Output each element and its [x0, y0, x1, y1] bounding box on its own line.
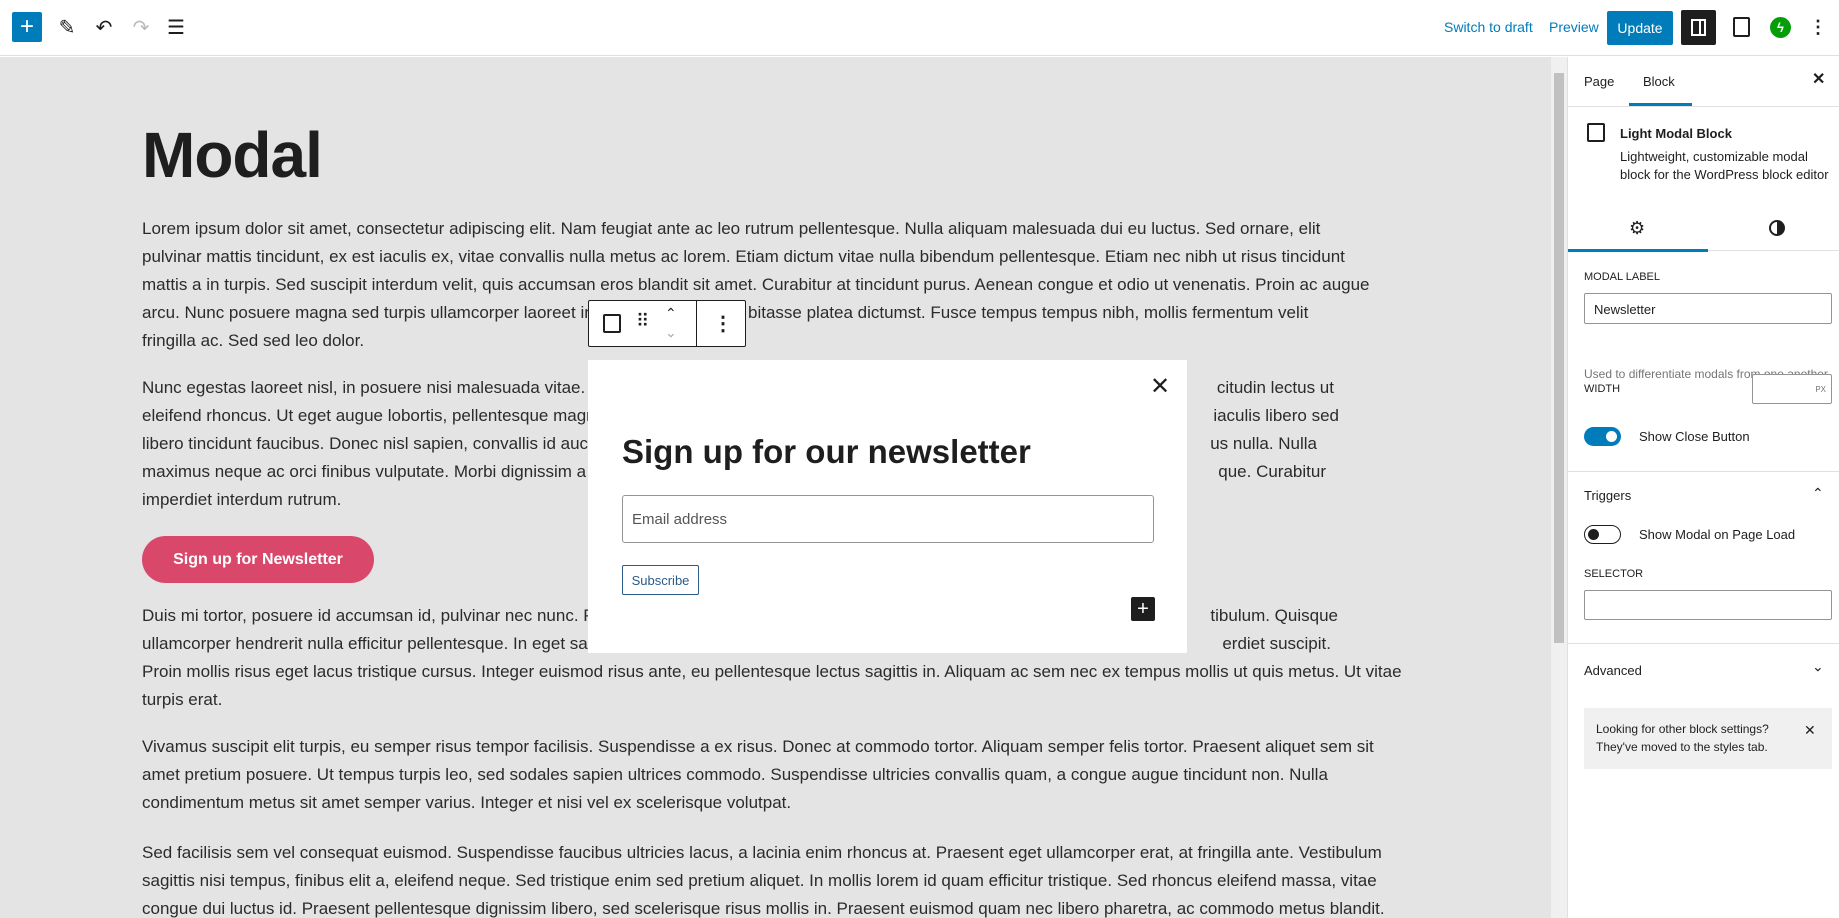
more-vertical-icon[interactable]: ⋮	[713, 311, 733, 336]
text-line: Lorem ipsum dolor sit amet, consectetur …	[142, 219, 1321, 238]
page-load-toggle[interactable]	[1584, 525, 1621, 544]
advanced-title[interactable]: Advanced	[1584, 663, 1642, 678]
triggers-title[interactable]: Triggers	[1584, 488, 1631, 503]
more-vertical-icon[interactable]: ⋮	[1803, 12, 1833, 42]
text-line: turpis erat.	[142, 690, 223, 709]
text-line: que. Curabitur	[1218, 462, 1326, 481]
update-button[interactable]: Update	[1607, 11, 1673, 45]
editor-canvas: Modal Lorem ipsum dolor sit amet, consec…	[0, 57, 1551, 918]
settings-sidebar: Page Block ✕ Light Modal Block Lightweig…	[1567, 57, 1839, 918]
email-input[interactable]: Email address	[622, 495, 1154, 543]
preview-button[interactable]: Preview	[1549, 19, 1599, 35]
switch-to-draft-button[interactable]: Switch to draft	[1444, 19, 1533, 35]
modal-block-icon[interactable]	[603, 314, 621, 333]
text-line: erdiet suscipit.	[1222, 634, 1331, 653]
text-line: Sed facilisis sem vel consequat euismod.…	[142, 843, 1382, 862]
modal-block-icon	[1587, 123, 1605, 142]
canvas-scrollbar[interactable]	[1551, 57, 1567, 918]
block-description: block for the WordPress block editor	[1620, 167, 1829, 182]
width-input[interactable]: PX	[1752, 374, 1832, 404]
plus-icon[interactable]: +	[12, 12, 42, 42]
email-placeholder: Email address	[632, 511, 728, 528]
modal-label-value: Newsletter	[1594, 302, 1656, 317]
width-unit: PX	[1815, 385, 1826, 394]
text-line: Nunc egestas laoreet nisl, in posuere ni…	[142, 378, 617, 397]
notice-text: They've moved to the styles tab.	[1596, 740, 1768, 754]
page-load-label: Show Modal on Page Load	[1639, 527, 1796, 542]
text-line: amet pretium posuere. Ut tempus turpis l…	[142, 765, 1328, 784]
text-line: bitasse platea dictumst. Fusce tempus te…	[748, 303, 1309, 322]
width-label: WIDTH	[1584, 383, 1621, 395]
text-line: Vivamus suscipit elit turpis, eu semper …	[142, 737, 1374, 756]
jetpack-bolt-icon[interactable]: ϟ	[1770, 17, 1791, 38]
page-title[interactable]: Modal	[142, 118, 323, 192]
styles-icon[interactable]	[1769, 220, 1785, 236]
text-line: Duis mi tortor, posuere id accumsan id, …	[142, 606, 612, 625]
text-line: maximus neque ac orci finibus vulputate.…	[142, 462, 606, 481]
tab-page[interactable]: Page	[1584, 74, 1614, 89]
list-view-icon[interactable]: ☰	[161, 12, 191, 42]
text-line: fringilla ac. Sed sed leo dolor.	[142, 331, 365, 350]
text-line: eleifend rhoncus. Ut eget augue lobortis…	[142, 406, 606, 425]
redo-icon[interactable]: ↷	[126, 12, 156, 42]
pencil-icon[interactable]: ✎	[52, 12, 82, 42]
selector-input[interactable]	[1584, 590, 1832, 620]
close-icon[interactable]: ✕	[1804, 722, 1816, 739]
modal-label-label: MODAL LABEL	[1584, 271, 1661, 283]
show-close-toggle[interactable]	[1584, 427, 1621, 446]
text-line: arcu. Nunc posuere magna sed turpis ulla…	[142, 303, 607, 322]
text-line: Proin mollis risus eget lacus tristique …	[142, 662, 1402, 681]
text-line: us nulla. Nulla	[1210, 434, 1317, 453]
close-icon[interactable]: ✕	[1150, 372, 1170, 401]
block-title: Light Modal Block	[1620, 126, 1732, 141]
text-line: imperdiet interdum rutrum.	[142, 490, 342, 509]
undo-icon[interactable]: ↶	[89, 12, 119, 42]
show-close-label: Show Close Button	[1639, 429, 1750, 444]
subscribe-button[interactable]: Subscribe	[622, 565, 699, 595]
plus-icon[interactable]: +	[1131, 597, 1155, 621]
text-line: iaculis libero sed	[1213, 406, 1339, 425]
close-icon[interactable]: ✕	[1812, 69, 1825, 89]
modal-heading[interactable]: Sign up for our newsletter	[622, 433, 1031, 471]
text-line: libero tincidunt faucibus. Donec nisl sa…	[142, 434, 608, 453]
text-line: congue dui luctus id. Praesent pellentes…	[142, 899, 1385, 918]
gear-icon[interactable]: ⚙	[1629, 218, 1645, 239]
modal-block[interactable]: ✕ Sign up for our newsletter Email addre…	[588, 360, 1187, 653]
chevron-down-icon[interactable]: ⌃	[1812, 657, 1824, 674]
chevron-up-icon[interactable]: ⌃	[1812, 485, 1824, 502]
toolbar-divider	[696, 301, 697, 346]
text-line: condimentum metus sit amet semper varius…	[142, 793, 792, 812]
sidebar-toggle-icon[interactable]	[1681, 10, 1716, 45]
modal-block-icon[interactable]	[1733, 17, 1750, 37]
chevron-down-icon[interactable]: ⌃	[665, 323, 677, 340]
notice-text: Looking for other block settings?	[1596, 722, 1769, 736]
chevron-up-icon[interactable]: ⌃	[665, 305, 677, 322]
block-toolbar: ⠿ ⌃ ⌃ ⋮	[588, 300, 746, 347]
text-line: pulvinar mattis tincidunt, ex est iaculi…	[142, 247, 1345, 266]
selector-label: SELECTOR	[1584, 568, 1644, 580]
editor-header: + ✎ ↶ ↷ ☰ Switch to draft Preview Update…	[0, 0, 1839, 56]
tab-block[interactable]: Block	[1643, 74, 1675, 89]
modal-label-input[interactable]: Newsletter	[1584, 293, 1832, 324]
newsletter-cta-button[interactable]: Sign up for Newsletter	[142, 536, 374, 583]
text-line: tibulum. Quisque	[1210, 606, 1338, 625]
text-line: sagittis nisi tempus, finibus elit a, el…	[142, 871, 1377, 890]
drag-handle-icon[interactable]: ⠿	[636, 311, 649, 332]
block-description: Lightweight, customizable modal	[1620, 149, 1808, 164]
text-line: ullamcorper hendrerit nulla efficitur pe…	[142, 634, 598, 653]
text-line: citudin lectus ut	[1216, 378, 1334, 397]
styles-notice: Looking for other block settings? They'v…	[1584, 708, 1832, 769]
text-line: mattis a in turpis. Sed suscipit interdu…	[142, 275, 1370, 294]
tab-indicator	[1568, 249, 1708, 252]
